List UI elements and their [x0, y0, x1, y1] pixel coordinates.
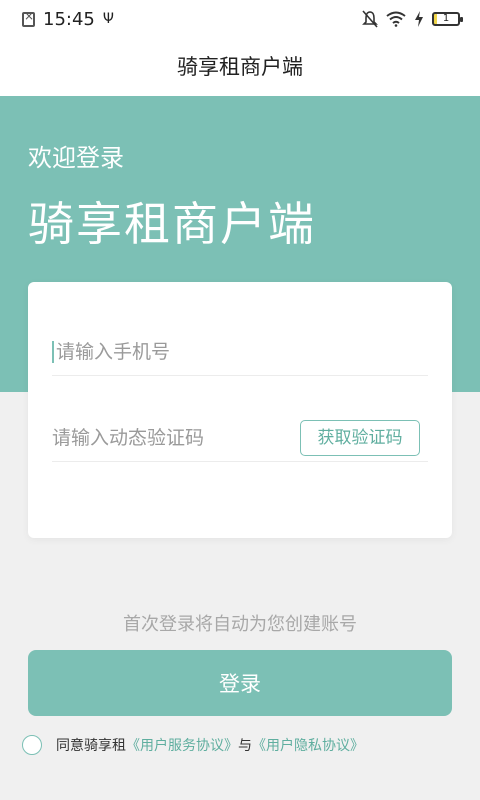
code-field: 获取验证码 — [52, 414, 428, 462]
status-left: 15:45 Ψ — [22, 9, 114, 30]
battery-level: 1 — [442, 13, 450, 24]
notification-box-icon — [22, 9, 35, 27]
status-time: 15:45 — [43, 8, 95, 30]
hero-title: 骑享租商户端 — [28, 197, 316, 251]
code-input[interactable] — [52, 426, 292, 449]
agreement-row: 同意骑享租 《用户服务协议》 与 《用户隐私协议》 — [22, 733, 462, 757]
privacy-agreement-link[interactable]: 《用户隐私协议》 — [252, 735, 364, 755]
welcome-text: 欢迎登录 — [28, 144, 124, 172]
mute-icon — [362, 10, 378, 28]
page-title: 骑享租商户端 — [177, 55, 303, 79]
agree-radio[interactable] — [22, 735, 42, 755]
status-right: 1 — [362, 10, 463, 28]
battery-icon: 1 — [432, 12, 463, 26]
login-card: 获取验证码 — [28, 282, 452, 538]
auto-register-hint: 首次登录将自动为您创建账号 — [123, 614, 357, 635]
status-bar: 15:45 Ψ 1 — [0, 0, 480, 38]
phone-field — [52, 328, 428, 376]
service-agreement-link[interactable]: 《用户服务协议》 — [126, 735, 238, 755]
phone-input[interactable] — [52, 340, 292, 363]
usb-icon: Ψ — [102, 11, 114, 27]
get-code-button[interactable]: 获取验证码 — [300, 420, 420, 456]
agreement-conjunction: 与 — [238, 738, 252, 754]
login-button[interactable]: 登录 — [28, 650, 452, 716]
wifi-icon — [386, 11, 406, 27]
page-header: 骑享租商户端 — [0, 38, 480, 96]
charging-icon — [415, 11, 423, 27]
agreement-prefix: 同意骑享租 — [56, 738, 126, 754]
